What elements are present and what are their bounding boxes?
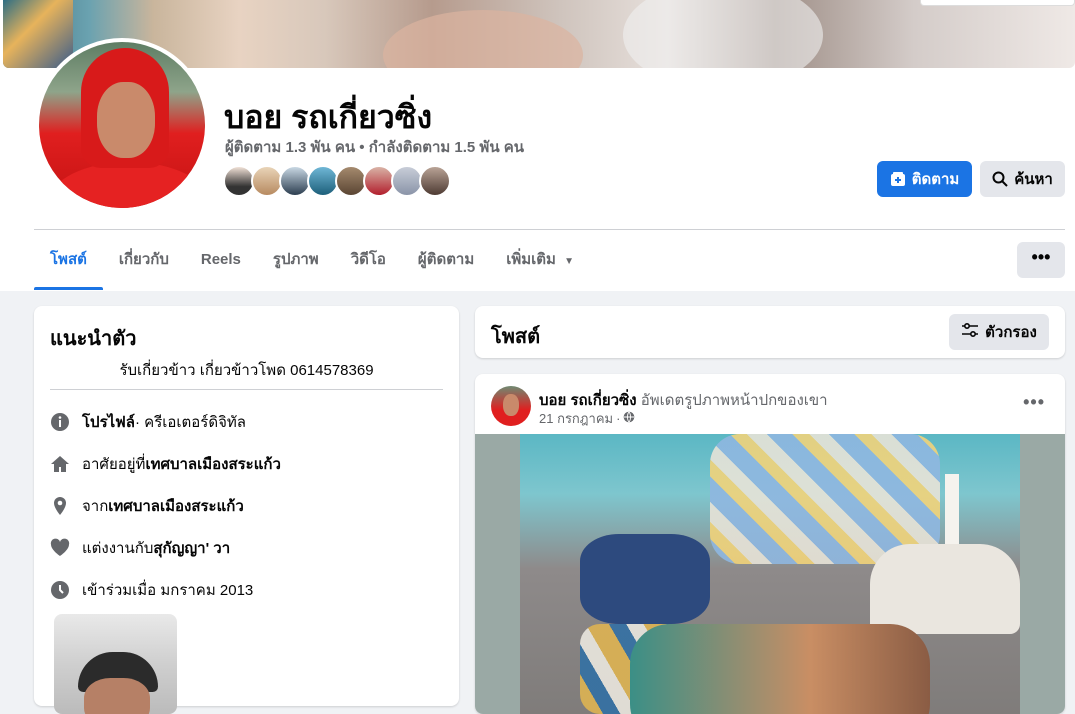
post-photo-detail [945, 474, 959, 554]
search-button-label: ค้นหา [1014, 171, 1053, 188]
post-author-name[interactable]: บอย รถเกี่ยวซิ่ง [539, 392, 637, 409]
tab-more[interactable]: เพิ่มเติม ▼ [490, 240, 590, 290]
intro-row-profile: โปรไฟล์ · ครีเอเตอร์ดิจิทัล [50, 410, 246, 434]
featured-photo-detail [84, 678, 150, 714]
intro-row-suffix: · ครีเอเตอร์ดิจิทัล [135, 414, 246, 431]
tab-label: Reels [200, 251, 241, 268]
post-author-avatar[interactable] [491, 386, 531, 426]
tab-reels[interactable]: Reels [185, 240, 257, 290]
follow-button[interactable]: ติดตาม [877, 161, 972, 197]
profile-avatar[interactable] [35, 38, 209, 212]
intro-row-lives-in: อาศัยอยู่ที่ เทศบาลเมืองสระแก้ว [50, 452, 281, 476]
intro-row-prefix: เข้าร่วมเมื่อ มกราคม 2013 [82, 582, 254, 599]
search-button[interactable]: ค้นหา [980, 161, 1065, 197]
post-action-text: อัพเดตรูปภาพหน้าปกของเขา [640, 392, 828, 409]
post-date[interactable]: 21 กรกฎาคม [539, 408, 613, 429]
friend-avatar[interactable] [419, 165, 451, 197]
search-icon [992, 171, 1008, 187]
filter-icon [961, 322, 979, 342]
filter-button-label: ตัวกรอง [985, 324, 1037, 341]
intro-row-from: จาก เทศบาลเมืองสระแก้ว [50, 494, 244, 518]
intro-divider [50, 389, 443, 390]
intro-row-bold[interactable]: สุกัญญา' วา [153, 536, 230, 560]
cover-photo-detail [383, 10, 583, 68]
featured-photo[interactable] [54, 614, 177, 714]
intro-bio: รับเกี่ยวข้าว เกี่ยวข้าวโพด 0614578369 [119, 362, 374, 379]
post-card: บอย รถเกี่ยวซิ่ง อัพเดตรูปภาพหน้าปกของเข… [475, 374, 1065, 714]
intro-row-prefix: แต่งงานกับ [82, 540, 154, 557]
profile-tabs: โพสต์ เกี่ยวกับ Reels รูปภาพ วิดีโอ ผู้ต… [34, 240, 590, 290]
intro-row-bold[interactable]: เทศบาลเมืองสระแก้ว [108, 494, 243, 518]
tab-label: วิดีโอ [350, 251, 386, 268]
tab-followers[interactable]: ผู้ติดตาม [402, 240, 490, 290]
tab-label: รูปภาพ [272, 251, 319, 268]
post-options-button[interactable]: ••• [1023, 392, 1045, 413]
filter-button[interactable]: ตัวกรอง [949, 314, 1049, 350]
post-photo-detail [630, 624, 930, 714]
intro-row-relationship: แต่งงานกับ สุกัญญา' วา [50, 536, 230, 560]
intro-title: แนะนำตัว [50, 328, 137, 350]
intro-row-bold[interactable]: เทศบาลเมืองสระแก้ว [145, 452, 280, 476]
cover-photo-detail [623, 0, 823, 68]
globe-icon [623, 411, 635, 426]
intro-card: แนะนำตัว รับเกี่ยวข้าว เกี่ยวข้าวโพด 061… [34, 306, 459, 714]
tab-videos[interactable]: วิดีโอ [335, 240, 402, 290]
post-meta: 21 กรกฎาคม · [539, 408, 635, 429]
post-photo-detail [870, 544, 1020, 634]
tab-label: เกี่ยวกับ [118, 251, 169, 268]
intro-row-bold[interactable]: โปรไฟล์ [82, 410, 135, 434]
tab-label: โพสต์ [50, 251, 87, 268]
header-divider [34, 229, 1065, 230]
heart-icon [50, 538, 70, 558]
clock-icon [50, 580, 70, 600]
tab-label: ผู้ติดตาม [417, 251, 475, 268]
follow-icon [890, 171, 906, 187]
cover-photo-detail [3, 0, 73, 68]
tab-photos[interactable]: รูปภาพ [257, 240, 335, 290]
follow-button-label: ติดตาม [911, 171, 960, 188]
tab-about[interactable]: เกี่ยวกับ [103, 240, 185, 290]
posts-title: โพสต์ [491, 326, 541, 348]
post-photo-detail [580, 534, 710, 624]
intro-row-prefix: จาก [82, 498, 109, 515]
avatar-detail [97, 82, 155, 158]
intro-row-prefix: อาศัยอยู่ที่ [82, 456, 146, 473]
profile-more-options-button[interactable]: ••• [1017, 242, 1065, 278]
intro-row-joined: เข้าร่วมเมื่อ มกราคม 2013 [50, 578, 253, 602]
tab-label: เพิ่มเติม [506, 251, 556, 268]
info-icon [50, 412, 70, 432]
post-photo[interactable] [520, 434, 1020, 714]
location-pin-icon [50, 496, 70, 516]
home-icon [50, 454, 70, 474]
caret-down-icon: ▼ [564, 256, 574, 267]
tab-posts[interactable]: โพสต์ [34, 240, 103, 290]
posts-header-card: โพสต์ ตัวกรอง [475, 306, 1065, 358]
profile-follow-stats[interactable]: ผู้ติดตาม 1.3 พัน คน • กำลังติดตาม 1.5 พ… [225, 135, 524, 159]
avatar-detail [49, 162, 205, 208]
post-meta-separator: · [616, 411, 621, 426]
top-right-popup-edge [920, 0, 1075, 6]
